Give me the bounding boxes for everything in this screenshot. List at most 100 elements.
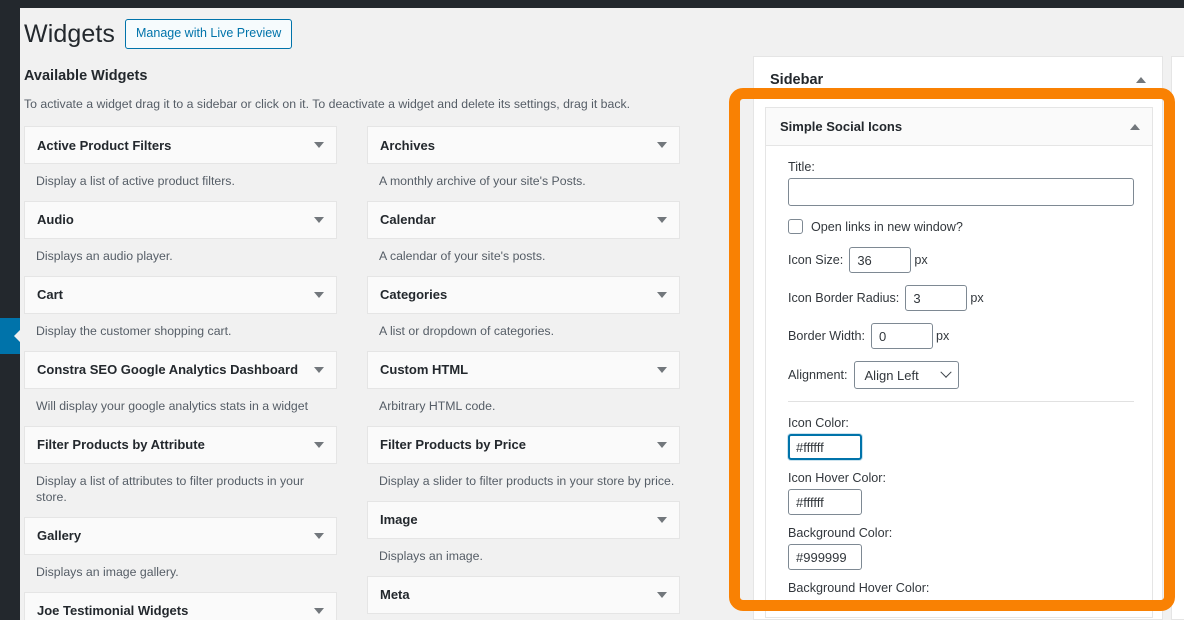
- available-widget-description: A list or dropdown of categories.: [379, 323, 554, 338]
- title-input[interactable]: [788, 178, 1134, 206]
- caret-down-icon[interactable]: [314, 532, 324, 539]
- available-widget-item[interactable]: Filter Products by Price: [367, 425, 680, 464]
- caret-down-icon[interactable]: [657, 142, 667, 148]
- adjacent-sidebar-panel[interactable]: [1171, 56, 1184, 620]
- available-widget-title: Joe Testimonial Widgets: [37, 603, 189, 619]
- available-widget-item[interactable]: Cart: [24, 275, 337, 314]
- icon-border-radius-input[interactable]: [905, 285, 968, 311]
- available-widget-title: Custom HTML: [380, 362, 469, 378]
- sidebar-panel-header[interactable]: Sidebar: [754, 57, 1162, 103]
- icon-border-radius-row: Icon Border Radius: px: [788, 285, 1134, 311]
- caret-down-icon[interactable]: [314, 142, 324, 148]
- icon-color-label: Icon Color:: [788, 416, 849, 430]
- page-title: Widgets: [24, 20, 116, 48]
- available-widget-description: Display a list of attributes to filter p…: [36, 473, 304, 504]
- available-widget-title: Categories: [380, 287, 448, 303]
- manage-with-live-preview-button[interactable]: Manage with Live Preview: [125, 19, 293, 49]
- chevron-down-icon: [939, 366, 952, 378]
- available-widget-description: Arbitrary HTML code.: [379, 398, 496, 413]
- available-widget-description: Displays an image gallery.: [36, 564, 179, 579]
- available-widget-description: A monthly archive of your site's Posts.: [379, 174, 586, 188]
- available-widget-title: Calendar: [380, 212, 436, 228]
- icon-size-label: Icon Size:: [788, 253, 844, 267]
- sidebar-widget-area-panel: Sidebar Simple Social Icons Title: Open …: [753, 56, 1163, 620]
- icon-border-radius-label: Icon Border Radius:: [788, 291, 900, 305]
- background-color-input[interactable]: [788, 544, 862, 570]
- border-width-row: Border Width: px: [788, 323, 1134, 349]
- available-widget-title: Audio: [37, 212, 74, 228]
- admin-menu-arrow-icon: [14, 329, 21, 343]
- available-widget-title: Constra SEO Google Analytics Dashboard: [37, 362, 299, 378]
- border-width-input[interactable]: [871, 323, 933, 349]
- available-widget-title: Filter Products by Attribute: [37, 437, 205, 453]
- available-widget-item[interactable]: Image: [367, 500, 680, 539]
- icon-hover-color-input[interactable]: [788, 489, 862, 515]
- open-new-window-row[interactable]: Open links in new window?: [788, 219, 1134, 234]
- available-widget-title: Meta: [380, 587, 410, 603]
- available-widget-description: Displays an audio player.: [36, 248, 173, 263]
- available-widget-item[interactable]: Calendar: [367, 200, 680, 239]
- available-widget-item[interactable]: Custom HTML: [367, 350, 680, 389]
- icon-size-unit: px: [914, 253, 928, 267]
- available-widget-item[interactable]: Gallery: [24, 516, 337, 555]
- icon-color-input[interactable]: [788, 434, 862, 460]
- available-widgets-description: To activate a widget drag it to a sideba…: [24, 97, 631, 111]
- caret-down-icon[interactable]: [657, 291, 667, 298]
- caret-down-icon[interactable]: [657, 591, 667, 598]
- page-header: Widgets Manage with Live Preview: [24, 18, 293, 50]
- available-widget-description: Will display your google analytics stats…: [36, 398, 309, 413]
- available-widget-title: Archives: [380, 137, 435, 153]
- available-widgets-heading: Available Widgets: [24, 68, 148, 84]
- border-width-unit: px: [936, 329, 950, 343]
- caret-down-icon[interactable]: [314, 366, 324, 373]
- available-widgets-list: Active Product Filters Display a list of …: [24, 126, 680, 620]
- available-widgets-column-right: Archives A monthly archive of your site's…: [367, 126, 680, 620]
- available-widget-description: Display the customer shopping cart.: [36, 323, 232, 338]
- available-widget-title: Gallery: [37, 528, 82, 544]
- simple-social-icons-widget-header[interactable]: Simple Social Icons: [766, 108, 1152, 146]
- icon-size-input[interactable]: [849, 247, 912, 273]
- available-widget-title: Cart: [37, 287, 64, 303]
- available-widget-item[interactable]: Categories: [367, 275, 680, 314]
- caret-down-icon[interactable]: [657, 366, 667, 373]
- available-widget-title: Image: [380, 512, 418, 528]
- available-widget-item[interactable]: Filter Products by Attribute: [24, 425, 337, 464]
- available-widget-title: Active Product Filters: [37, 137, 172, 153]
- available-widget-item[interactable]: Audio: [24, 200, 337, 239]
- open-new-window-checkbox[interactable]: [788, 219, 803, 234]
- admin-bar: [0, 0, 1184, 8]
- caret-up-icon[interactable]: [1130, 123, 1140, 130]
- icon-size-row: Icon Size: px: [788, 247, 1134, 273]
- alignment-select[interactable]: Align Left: [853, 361, 959, 389]
- caret-up-icon[interactable]: [1136, 77, 1146, 83]
- available-widget-item[interactable]: Meta: [367, 575, 680, 614]
- alignment-selected-value: Align Left: [864, 367, 919, 383]
- settings-divider: [788, 401, 1134, 402]
- available-widget-item[interactable]: Constra SEO Google Analytics Dashboard: [24, 350, 337, 389]
- open-new-window-label[interactable]: Open links in new window?: [811, 220, 963, 234]
- simple-social-icons-widget: Simple Social Icons Title: Open links in…: [765, 107, 1153, 618]
- available-widget-description: A calendar of your site's posts.: [379, 248, 546, 263]
- simple-social-icons-widget-title: Simple Social Icons: [780, 119, 903, 134]
- caret-down-icon[interactable]: [657, 516, 667, 523]
- title-field-label: Title:: [788, 160, 815, 174]
- sidebar-panel-title: Sidebar: [770, 72, 824, 88]
- caret-down-icon[interactable]: [314, 291, 324, 298]
- available-widget-item[interactable]: Archives: [367, 126, 680, 164]
- available-widget-item[interactable]: Joe Testimonial Widgets: [24, 591, 337, 620]
- available-widget-description: Display a list of active product filters…: [36, 174, 235, 188]
- icon-hover-color-group: Icon Hover Color:: [788, 471, 1134, 515]
- caret-down-icon[interactable]: [657, 441, 667, 448]
- available-widget-item[interactable]: Active Product Filters: [24, 126, 337, 164]
- caret-down-icon[interactable]: [657, 216, 667, 223]
- background-hover-color-label: Background Hover Color:: [788, 581, 930, 595]
- alignment-label: Alignment:: [788, 368, 848, 382]
- caret-down-icon[interactable]: [314, 607, 324, 614]
- border-width-label: Border Width:: [788, 329, 865, 343]
- caret-down-icon[interactable]: [314, 216, 324, 223]
- available-widget-description: Displays an image.: [379, 548, 483, 563]
- admin-sidebar-menu[interactable]: [0, 8, 21, 620]
- background-color-group: Background Color:: [788, 526, 1134, 570]
- caret-down-icon[interactable]: [314, 441, 324, 448]
- icon-color-group: Icon Color:: [788, 416, 1134, 460]
